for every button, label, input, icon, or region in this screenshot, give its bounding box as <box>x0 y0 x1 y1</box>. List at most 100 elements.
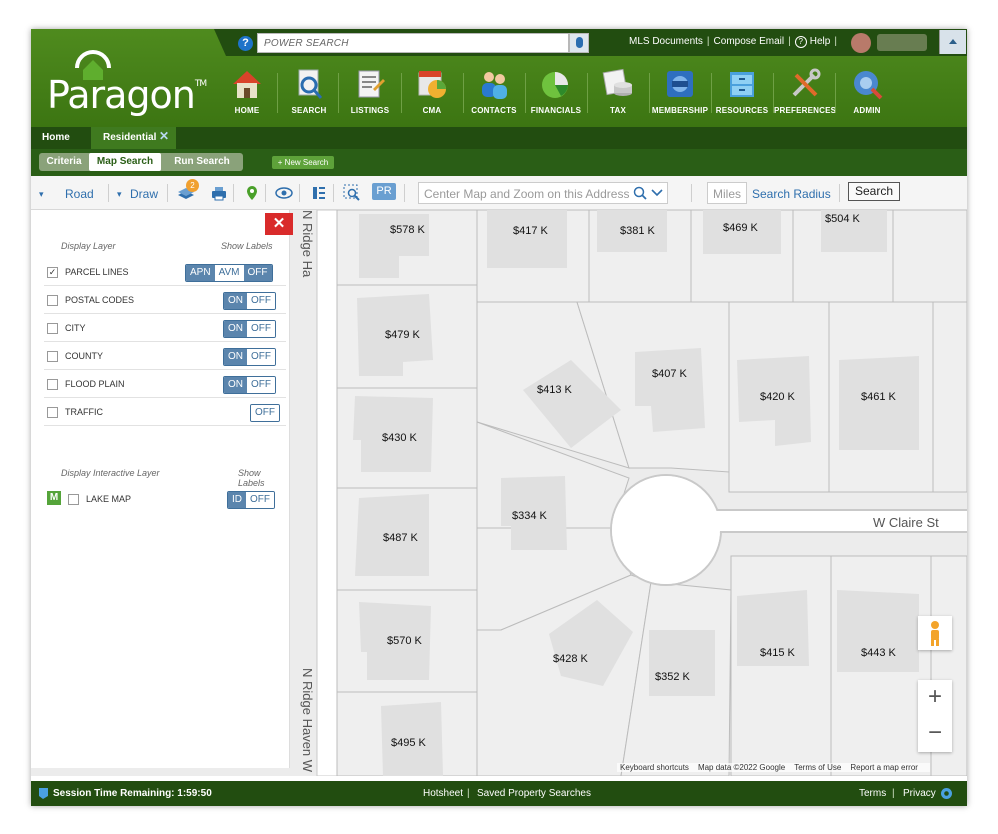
paragon-logo[interactable]: ParagonTM <box>47 73 207 117</box>
report-map-error-link[interactable]: Report a map error <box>850 763 918 772</box>
price-label[interactable]: $381 K <box>620 225 655 237</box>
street-label-w-claire: W Claire St <box>873 515 939 530</box>
price-label[interactable]: $479 K <box>385 329 420 341</box>
subtab-bar: Criteria Map Search Run Search + New Sea… <box>31 149 967 176</box>
price-label[interactable]: $570 K <box>387 635 422 647</box>
postal-codes-checkbox[interactable] <box>47 295 58 306</box>
county-checkbox[interactable] <box>47 351 58 362</box>
toggle-off[interactable]: OFF <box>247 321 275 337</box>
nav-membership[interactable]: MEMBERSHIP <box>649 67 711 115</box>
compose-email-link[interactable]: Compose Email <box>714 36 785 47</box>
layer-row-postal-codes: POSTAL CODES ON OFF <box>44 286 286 314</box>
price-label[interactable]: $352 K <box>655 671 690 683</box>
toggle-on[interactable]: ON <box>224 293 247 309</box>
caret-down-icon[interactable]: ▾ <box>39 189 44 200</box>
power-search-input[interactable]: POWER SEARCH <box>257 33 569 53</box>
toggle-on[interactable]: ON <box>224 377 247 393</box>
zoom-in-button[interactable]: + <box>918 680 952 716</box>
road-dropdown[interactable]: Road <box>65 187 94 201</box>
subtab-map-search[interactable]: Map Search <box>89 153 161 171</box>
hotsheet-link[interactable]: Hotsheet <box>423 788 463 799</box>
zoom-area-icon[interactable] <box>343 184 361 202</box>
map-pin-icon[interactable] <box>243 184 261 202</box>
price-label[interactable]: $417 K <box>513 225 548 237</box>
address-search-input[interactable]: Center Map and Zoom on this Address <box>418 182 668 204</box>
toggle-off[interactable]: OFF <box>251 405 279 421</box>
draw-dropdown[interactable]: Draw <box>130 187 158 201</box>
subtab-run-search[interactable]: Run Search <box>161 153 243 171</box>
toggle-off[interactable]: OFF <box>247 377 275 393</box>
price-label[interactable]: $504 K <box>825 213 860 225</box>
price-label[interactable]: $334 K <box>512 510 547 522</box>
toggle-off[interactable]: OFF <box>247 349 275 365</box>
subtab-criteria[interactable]: Criteria <box>39 153 89 171</box>
privacy-link[interactable]: Privacy <box>903 788 936 799</box>
search-radius-link[interactable]: Search Radius <box>752 187 831 201</box>
settings-gear-icon[interactable] <box>940 787 953 800</box>
traffic-checkbox[interactable] <box>47 407 58 418</box>
zoom-out-button[interactable]: − <box>918 716 952 752</box>
question-icon[interactable]: ? <box>238 36 253 51</box>
toggle-on[interactable]: ON <box>224 349 247 365</box>
nav-tax[interactable]: TAX <box>587 67 649 115</box>
list-view-icon[interactable] <box>310 184 328 202</box>
pr-button[interactable]: PR <box>372 183 396 200</box>
close-panel-button[interactable]: ✕ <box>265 213 293 235</box>
price-label[interactable]: $487 K <box>383 532 418 544</box>
price-label[interactable]: $461 K <box>861 391 896 403</box>
nav-preferences[interactable]: PREFERENCES <box>774 67 836 115</box>
close-tab-icon[interactable]: ✕ <box>159 129 169 143</box>
terms-link[interactable]: Terms <box>859 788 886 799</box>
price-label[interactable]: $413 K <box>537 384 572 396</box>
flood-plain-checkbox[interactable] <box>47 379 58 390</box>
price-label[interactable]: $578 K <box>390 224 425 236</box>
toggle-off[interactable]: OFF <box>243 265 272 281</box>
nav-listings[interactable]: LISTINGS <box>339 67 401 115</box>
price-label[interactable]: $428 K <box>553 653 588 665</box>
nav-financials[interactable]: FINANCIALS <box>525 67 587 115</box>
print-icon[interactable] <box>210 184 228 202</box>
help-link[interactable]: Help <box>810 36 831 47</box>
price-label[interactable]: $420 K <box>760 391 795 403</box>
saved-property-searches-link[interactable]: Saved Property Searches <box>477 788 591 799</box>
search-button[interactable]: Search <box>848 182 900 201</box>
toggle-id[interactable]: ID <box>228 492 246 508</box>
microphone-icon[interactable] <box>569 33 589 53</box>
nav-contacts[interactable]: CONTACTS <box>463 67 525 115</box>
nav-admin[interactable]: ADMIN <box>836 67 898 115</box>
search-icon[interactable] <box>633 186 647 200</box>
user-name-blurred[interactable] <box>877 34 927 51</box>
nav-resources[interactable]: RESOURCES <box>711 67 773 115</box>
eye-icon[interactable] <box>275 184 293 202</box>
city-checkbox[interactable] <box>47 323 58 334</box>
toggle-on[interactable]: ON <box>224 321 247 337</box>
price-label[interactable]: $469 K <box>723 222 758 234</box>
toggle-apn[interactable]: APN <box>186 265 215 281</box>
street-view-pegman-icon[interactable] <box>918 616 952 650</box>
caret-down-icon[interactable]: ▾ <box>117 189 122 200</box>
keyboard-shortcuts-link[interactable]: Keyboard shortcuts <box>620 763 689 772</box>
toggle-off[interactable]: OFF <box>246 492 274 508</box>
price-label[interactable]: $443 K <box>861 647 896 659</box>
price-label[interactable]: $430 K <box>382 432 417 444</box>
lake-map-checkbox[interactable] <box>68 494 79 505</box>
mls-documents-link[interactable]: MLS Documents <box>629 36 703 47</box>
toggle-avm[interactable]: AVM <box>214 265 244 281</box>
toggle-off[interactable]: OFF <box>247 293 275 309</box>
tab-home[interactable]: Home <box>42 132 70 143</box>
nav-home[interactable]: HOME <box>216 67 278 115</box>
parcel-lines-checkbox[interactable]: ✓ <box>47 267 58 278</box>
nav-search[interactable]: SEARCH <box>278 67 340 115</box>
avatar[interactable] <box>851 33 871 53</box>
nav-cma[interactable]: CMA <box>401 67 463 115</box>
miles-input[interactable]: Miles <box>707 182 747 204</box>
terms-of-use-link[interactable]: Terms of Use <box>794 763 841 772</box>
chevron-down-icon[interactable] <box>651 188 663 198</box>
price-label[interactable]: $495 K <box>391 737 426 749</box>
price-label[interactable]: $407 K <box>652 368 687 380</box>
new-search-button[interactable]: + New Search <box>272 156 334 169</box>
collapse-header-button[interactable] <box>939 30 966 54</box>
price-label[interactable]: $415 K <box>760 647 795 659</box>
help-icon[interactable]: ? <box>794 36 807 48</box>
tab-residential[interactable]: Residential ✕ <box>91 127 176 149</box>
